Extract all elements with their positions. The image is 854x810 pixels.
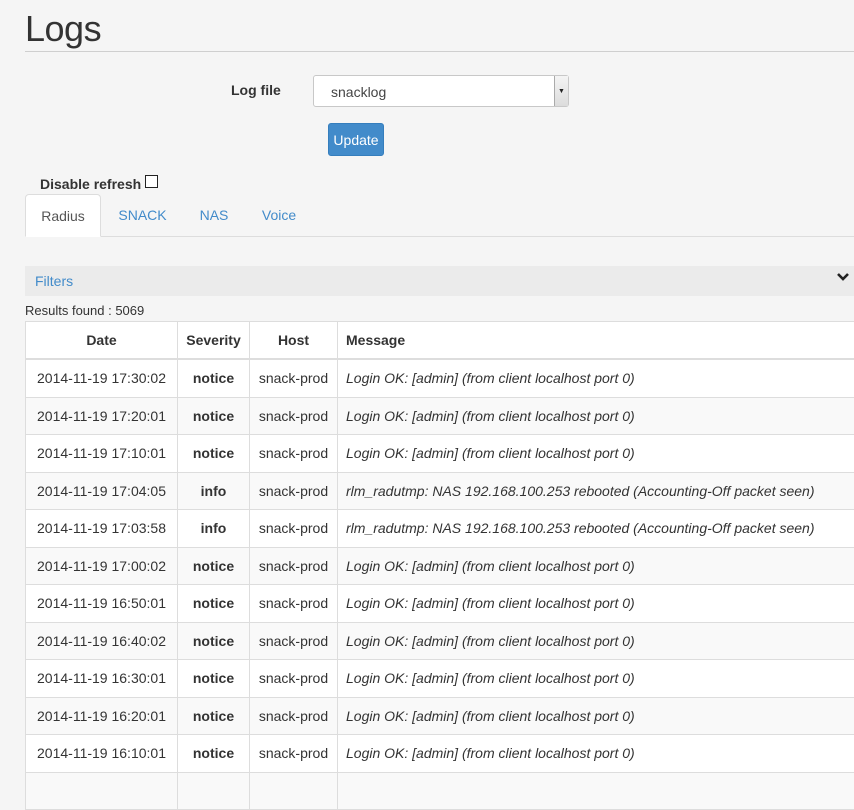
cell-date: 2014-11-19 16:10:01	[26, 735, 178, 773]
cell-message: Login OK: [admin] (from client localhost…	[338, 547, 854, 585]
cell-host: snack-prod	[250, 547, 338, 585]
table-header-row: Date Severity Host Message	[26, 322, 854, 360]
log-file-label: Log file	[231, 82, 281, 98]
cell-date: 2014-11-19 17:04:05	[26, 472, 178, 510]
table-row: 2014-11-19 16:40:02noticesnack-prodLogin…	[26, 622, 854, 660]
cell-message	[338, 772, 854, 810]
table-row: 2014-11-19 16:50:01noticesnack-prodLogin…	[26, 585, 854, 623]
cell-date: 2014-11-19 16:20:01	[26, 697, 178, 735]
logs-table: Date Severity Host Message 2014-11-19 17…	[25, 321, 854, 810]
chevron-down-icon[interactable]	[836, 270, 850, 288]
cell-date: 2014-11-19 16:30:01	[26, 660, 178, 698]
column-header-severity[interactable]: Severity	[178, 322, 250, 360]
cell-message: Login OK: [admin] (from client localhost…	[338, 622, 854, 660]
cell-host: snack-prod	[250, 585, 338, 623]
table-row	[26, 772, 854, 810]
cell-severity: notice	[178, 585, 250, 623]
filters-panel-header[interactable]: Filters	[25, 266, 854, 296]
cell-host: snack-prod	[250, 622, 338, 660]
log-file-select-value: snacklog	[331, 84, 386, 100]
cell-severity: notice	[178, 435, 250, 473]
cell-message: Login OK: [admin] (from client localhost…	[338, 359, 854, 397]
cell-host: snack-prod	[250, 435, 338, 473]
update-button[interactable]: Update	[328, 123, 384, 156]
table-row: 2014-11-19 17:30:02noticesnack-prodLogin…	[26, 359, 854, 397]
cell-date: 2014-11-19 17:20:01	[26, 397, 178, 435]
table-row: 2014-11-19 17:10:01noticesnack-prodLogin…	[26, 435, 854, 473]
cell-severity: notice	[178, 547, 250, 585]
filters-toggle[interactable]: Filters	[35, 273, 73, 289]
cell-severity: notice	[178, 622, 250, 660]
cell-message: rlm_radutmp: NAS 192.168.100.253 reboote…	[338, 510, 854, 548]
cell-date: 2014-11-19 17:03:58	[26, 510, 178, 548]
tab-snack[interactable]: SNACK	[110, 194, 175, 236]
results-count: Results found : 5069	[25, 303, 144, 318]
log-file-select[interactable]: snacklog ▼	[313, 75, 569, 107]
cell-host: snack-prod	[250, 697, 338, 735]
cell-severity: info	[178, 472, 250, 510]
cell-date: 2014-11-19 16:50:01	[26, 585, 178, 623]
table-row: 2014-11-19 16:30:01noticesnack-prodLogin…	[26, 660, 854, 698]
cell-severity: notice	[178, 397, 250, 435]
cell-severity	[178, 772, 250, 810]
cell-severity: notice	[178, 359, 250, 397]
cell-message: Login OK: [admin] (from client localhost…	[338, 660, 854, 698]
cell-host: snack-prod	[250, 472, 338, 510]
disable-refresh-label: Disable refresh	[40, 176, 141, 192]
cell-host: snack-prod	[250, 735, 338, 773]
cell-message: Login OK: [admin] (from client localhost…	[338, 435, 854, 473]
cell-message: Login OK: [admin] (from client localhost…	[338, 397, 854, 435]
cell-date: 2014-11-19 17:10:01	[26, 435, 178, 473]
log-tabs: Radius SNACK NAS Voice	[25, 194, 854, 237]
cell-severity: info	[178, 510, 250, 548]
page-title: Logs	[25, 8, 101, 50]
cell-host: snack-prod	[250, 359, 338, 397]
table-row: 2014-11-19 17:03:58infosnack-prodrlm_rad…	[26, 510, 854, 548]
cell-message: rlm_radutmp: NAS 192.168.100.253 reboote…	[338, 472, 854, 510]
cell-date: 2014-11-19 17:30:02	[26, 359, 178, 397]
cell-host: snack-prod	[250, 660, 338, 698]
cell-date: 2014-11-19 16:40:02	[26, 622, 178, 660]
table-row: 2014-11-19 17:20:01noticesnack-prodLogin…	[26, 397, 854, 435]
cell-message: Login OK: [admin] (from client localhost…	[338, 697, 854, 735]
table-row: 2014-11-19 17:00:02noticesnack-prodLogin…	[26, 547, 854, 585]
disable-refresh-checkbox[interactable]	[145, 175, 158, 188]
cell-message: Login OK: [admin] (from client localhost…	[338, 735, 854, 773]
cell-severity: notice	[178, 660, 250, 698]
cell-date: 2014-11-19 17:00:02	[26, 547, 178, 585]
title-divider	[25, 51, 854, 52]
cell-message: Login OK: [admin] (from client localhost…	[338, 585, 854, 623]
cell-host	[250, 772, 338, 810]
tab-voice[interactable]: Voice	[253, 194, 305, 236]
table-row: 2014-11-19 17:04:05infosnack-prodrlm_rad…	[26, 472, 854, 510]
cell-host: snack-prod	[250, 397, 338, 435]
cell-date	[26, 772, 178, 810]
cell-severity: notice	[178, 697, 250, 735]
cell-host: snack-prod	[250, 510, 338, 548]
column-header-message[interactable]: Message	[338, 322, 854, 360]
dropdown-arrow-icon[interactable]: ▼	[554, 76, 568, 106]
table-row: 2014-11-19 16:20:01noticesnack-prodLogin…	[26, 697, 854, 735]
disable-refresh-row: Disable refresh	[40, 176, 158, 192]
column-header-host[interactable]: Host	[250, 322, 338, 360]
tab-nas[interactable]: NAS	[191, 194, 237, 236]
column-header-date[interactable]: Date	[26, 322, 178, 360]
table-row: 2014-11-19 16:10:01noticesnack-prodLogin…	[26, 735, 854, 773]
cell-severity: notice	[178, 735, 250, 773]
tab-radius[interactable]: Radius	[25, 194, 101, 237]
